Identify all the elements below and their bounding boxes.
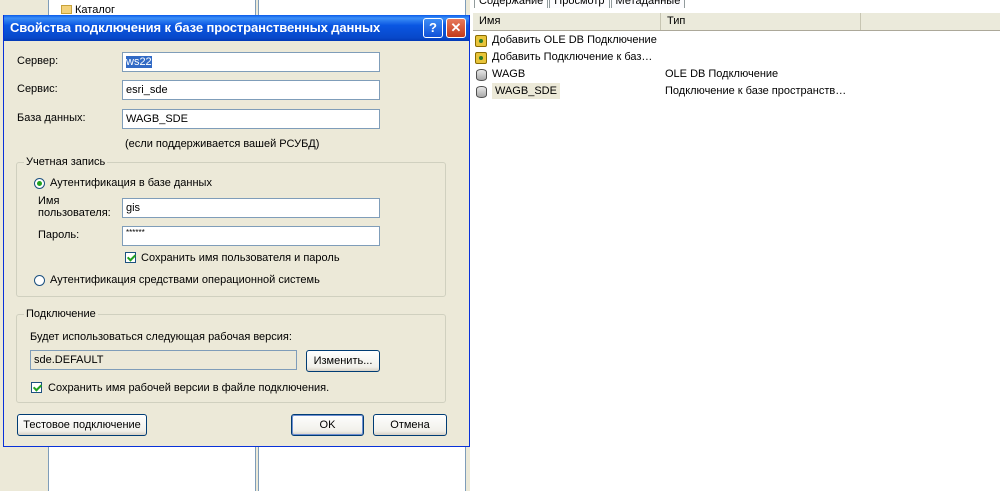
connection-group-title: Подключение — [24, 308, 98, 320]
save-credentials-label[interactable]: Сохранить имя пользователя и пароль — [141, 252, 340, 264]
password-input[interactable]: ****** — [122, 226, 380, 246]
list-item[interactable]: WAGB_SDE Подключение к базе пространств… — [475, 83, 846, 99]
add-connection-icon — [475, 51, 489, 64]
item-name: WAGB_SDE — [492, 83, 560, 99]
tab-metadata[interactable]: Метаданные — [610, 0, 686, 8]
server-input[interactable]: ws22 — [122, 52, 380, 72]
item-type: Подключение к базе пространств… — [665, 85, 847, 97]
list-item[interactable]: Добавить Подключение к баз… — [475, 49, 665, 65]
account-group-title: Учетная запись — [24, 156, 108, 168]
add-connection-icon — [475, 34, 489, 47]
item-name: Добавить OLE DB Подключение — [492, 34, 657, 46]
database-input[interactable]: WAGB_SDE — [122, 109, 380, 129]
item-name: Добавить Подключение к баз… — [492, 51, 653, 63]
save-version-checkbox[interactable] — [31, 382, 42, 393]
test-connection-button[interactable]: Тестовое подключение — [17, 414, 147, 436]
item-name: WAGB — [492, 68, 526, 80]
view-tabs: Содержание Просмотр Метаданные — [474, 0, 686, 8]
ok-button[interactable]: OK — [291, 414, 364, 436]
list-item[interactable]: WAGB OLE DB Подключение — [475, 66, 778, 82]
os-auth-label[interactable]: Аутентификация средствами операционной с… — [50, 274, 320, 286]
service-input[interactable]: esri_sde — [122, 80, 380, 100]
database-label: База данных: — [17, 112, 86, 124]
save-credentials-checkbox[interactable] — [125, 252, 136, 263]
database-hint: (если поддерживается вашей РСУБД) — [125, 138, 320, 150]
dialog-title: Свойства подключения к базе пространстве… — [10, 20, 381, 35]
save-version-label[interactable]: Сохранить имя рабочей версии в файле под… — [48, 382, 329, 394]
column-header-filler — [861, 13, 1000, 30]
column-header-name[interactable]: Имя — [473, 13, 661, 30]
tab-preview[interactable]: Просмотр — [549, 0, 610, 8]
connection-properties-dialog: Свойства подключения к базе пространстве… — [3, 15, 470, 447]
tab-contents[interactable]: Содержание — [474, 0, 549, 8]
folder-icon — [61, 5, 72, 14]
username-input[interactable]: gis — [122, 198, 380, 218]
os-auth-radio[interactable] — [34, 275, 45, 286]
version-label: Будет использоваться следующая рабочая в… — [30, 331, 292, 343]
service-label: Сервис: — [17, 83, 58, 95]
list-item[interactable]: Добавить OLE DB Подключение — [475, 32, 665, 48]
close-button[interactable]: ✕ — [446, 18, 466, 38]
help-button[interactable]: ? — [423, 18, 443, 38]
username-label: Имя пользователя: — [38, 195, 111, 219]
cancel-button[interactable]: Отмена — [373, 414, 447, 436]
db-auth-radio[interactable] — [34, 178, 45, 189]
dialog-titlebar[interactable]: Свойства подключения к базе пространстве… — [4, 15, 469, 41]
server-label: Сервер: — [17, 55, 59, 67]
change-version-button[interactable]: Изменить... — [306, 350, 380, 372]
database-icon — [475, 68, 489, 81]
column-header-type[interactable]: Тип — [661, 13, 861, 30]
list-header: Имя Тип — [473, 13, 1000, 31]
database-icon — [475, 85, 489, 98]
item-type: OLE DB Подключение — [665, 68, 779, 80]
version-field: sde.DEFAULT — [30, 350, 297, 370]
db-auth-label[interactable]: Аутентификация в базе данных — [50, 177, 212, 189]
password-label: Пароль: — [38, 229, 80, 241]
